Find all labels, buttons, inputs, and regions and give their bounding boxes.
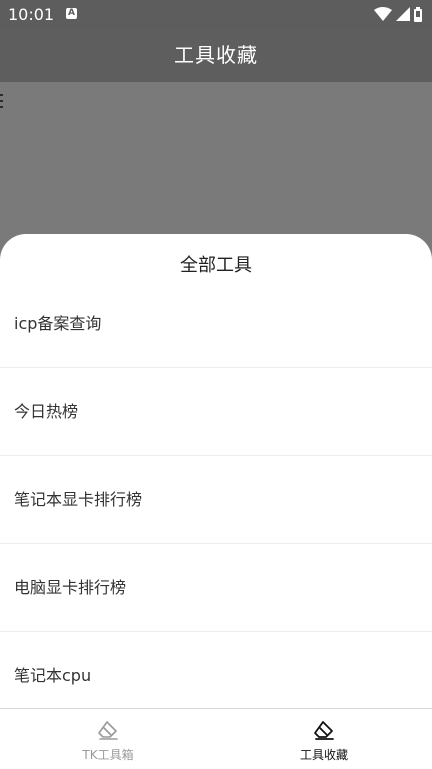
tool-item-label: 笔记本cpu [14, 666, 92, 685]
sheet-backdrop[interactable] [0, 82, 432, 242]
tool-item-pc-gpu-ranking[interactable]: 电脑显卡排行榜 [0, 544, 432, 632]
wifi-icon [374, 7, 392, 21]
page-title: 工具收藏 [174, 43, 258, 67]
eraser-icon [98, 721, 118, 740]
edge-mark-icon [0, 94, 3, 108]
bottom-nav: TK工具箱 工具收藏 [0, 708, 432, 769]
all-tools-sheet: 全部工具 icp备案查询 今日热榜 笔记本显卡排行榜 电脑显卡排行榜 笔记本cp… [0, 234, 432, 708]
a-icon: A [66, 8, 77, 19]
nav-label: TK工具箱 [82, 748, 134, 762]
app-header: 工具收藏 [0, 29, 432, 82]
tool-item-today-hot[interactable]: 今日热榜 [0, 368, 432, 456]
status-icons [374, 6, 422, 22]
signal-icon [396, 7, 410, 21]
status-bar: 10:01 A [0, 0, 432, 29]
tool-item-laptop-gpu-ranking[interactable]: 笔记本显卡排行榜 [0, 456, 432, 544]
eraser-icon [314, 721, 334, 740]
battery-icon [414, 6, 422, 22]
tool-item-label: 电脑显卡排行榜 [14, 578, 127, 597]
sheet-title: 全部工具 [180, 255, 252, 276]
tool-item-label: 笔记本显卡排行榜 [14, 490, 143, 509]
tool-item-label: icp备案查询 [14, 314, 102, 333]
tool-item-laptop-cpu[interactable]: 笔记本cpu [0, 632, 432, 708]
status-time: 10:01 [8, 5, 55, 24]
nav-label: 工具收藏 [299, 748, 348, 762]
tool-item-icp-query[interactable]: icp备案查询 [0, 280, 432, 368]
nav-tab-tool-favorites[interactable]: 工具收藏 [216, 709, 432, 769]
nav-tab-tk-toolbox[interactable]: TK工具箱 [0, 709, 216, 769]
tool-item-label: 今日热榜 [14, 402, 79, 421]
tool-list: icp备案查询 今日热榜 笔记本显卡排行榜 电脑显卡排行榜 笔记本cpu [0, 280, 432, 708]
